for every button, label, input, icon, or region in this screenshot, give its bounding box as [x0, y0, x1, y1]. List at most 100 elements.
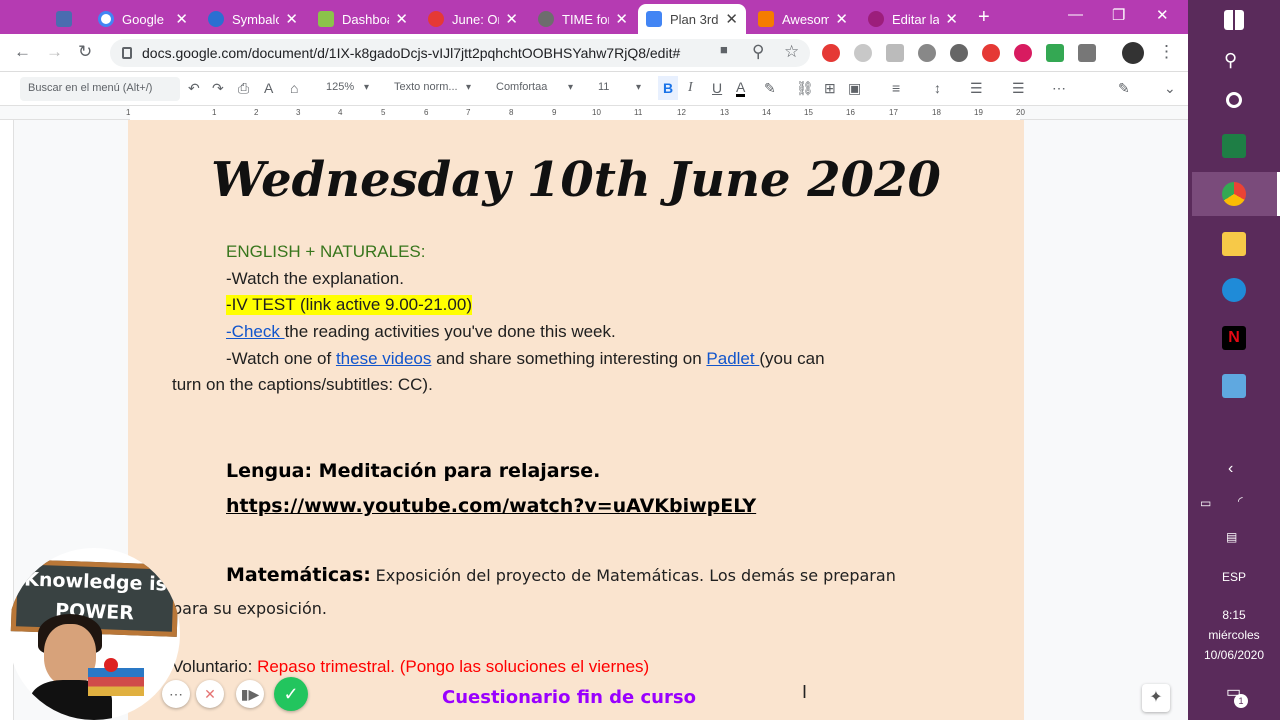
reload-icon[interactable]: ↻	[78, 42, 92, 62]
extension-b-icon[interactable]	[886, 44, 904, 62]
language-indicator[interactable]: ESP	[1188, 570, 1280, 584]
adblock-icon[interactable]	[822, 44, 840, 62]
explore-icon[interactable]: ✦	[1142, 684, 1170, 712]
line-spacing-icon[interactable]: ↕	[934, 80, 941, 96]
comment-icon[interactable]: ⊞	[824, 80, 836, 97]
pinterest-icon[interactable]	[854, 44, 872, 62]
undo-icon[interactable]: ↶	[188, 80, 200, 97]
print-icon[interactable]: ⎙	[238, 80, 249, 97]
zoom-select[interactable]: 125%	[326, 81, 354, 93]
more-icon[interactable]: ⋯	[1052, 80, 1066, 97]
extension-icon[interactable]	[1078, 44, 1096, 62]
tab-symbaloo[interactable]: Symbalo ✕	[200, 4, 306, 34]
forward-icon[interactable]: →	[46, 42, 63, 62]
classroom-ext-icon[interactable]	[1046, 44, 1064, 62]
more-options-button[interactable]: ⋯	[162, 680, 190, 708]
avatar[interactable]	[1122, 42, 1144, 64]
link-icon[interactable]: ⛓	[796, 80, 814, 97]
search-icon[interactable]: ⚲	[1224, 50, 1237, 71]
line-test: -IV TEST (link active 9.00-21.00)	[226, 295, 472, 315]
close-tab-icon[interactable]: ✕	[829, 10, 848, 28]
ruler-track	[130, 106, 1020, 120]
size-select[interactable]: 11	[598, 81, 609, 93]
camera-icon[interactable]: ■	[720, 42, 728, 57]
numbered-list-icon[interactable]: ☰	[970, 80, 983, 97]
chrome-extension-icon[interactable]	[982, 44, 1000, 62]
close-tab-icon[interactable]: ✕	[939, 10, 958, 28]
windows-taskbar: ⚲ N ‹ ▭ ◜ ▤ ESP 8:15 miércoles 10/06/202…	[1188, 0, 1280, 720]
cortana-icon[interactable]	[1226, 92, 1242, 108]
bold-button[interactable]: B	[658, 76, 678, 100]
edge-icon[interactable]	[1222, 278, 1246, 302]
extension-circle-icon[interactable]	[918, 44, 936, 62]
taskbar-chrome-active[interactable]	[1192, 172, 1280, 216]
close-tab-icon[interactable]: ✕	[719, 10, 738, 28]
text-cursor-icon: I	[802, 682, 808, 702]
cuestionario-link[interactable]: Cuestionario fin de curso	[442, 687, 696, 708]
download-ext-icon[interactable]	[1014, 44, 1032, 62]
battery-icon[interactable]: ▭	[1200, 496, 1211, 510]
omnibox[interactable]: docs.google.com/document/d/1IX-k8gadoDcj…	[110, 39, 810, 67]
tab-time[interactable]: TIME for ✕	[530, 4, 636, 34]
document-page[interactable]: Wednesday 10th June 2020 ENGLISH + NATUR…	[128, 120, 1024, 720]
clock-time[interactable]: 8:15	[1188, 608, 1280, 622]
padlet-link[interactable]: Padlet	[706, 349, 759, 368]
font-select[interactable]: Comfortaa	[496, 81, 547, 93]
extension-g-icon[interactable]	[950, 44, 968, 62]
back-icon[interactable]: ←	[14, 42, 31, 62]
browser-window: Google ✕ Symbalo ✕ Dashboa ✕ June: On ✕ …	[0, 0, 1188, 720]
wifi-icon[interactable]: ◜	[1238, 494, 1243, 508]
highlight-icon[interactable]: ✎	[764, 80, 776, 97]
app-icon[interactable]	[1222, 374, 1246, 398]
collapse-icon[interactable]: ⌄	[1164, 80, 1176, 97]
close-tab-icon[interactable]: ✕	[389, 10, 408, 28]
chevron-left-icon[interactable]: ‹	[1228, 460, 1233, 478]
symbaloo-icon	[208, 11, 224, 27]
menu-dots-icon[interactable]: ⋮	[1158, 42, 1175, 62]
horizontal-ruler[interactable]: 1 1 2 3 4 5 6 7 8 9 10 11 12 13 14 15 16…	[0, 106, 1188, 120]
underline-button[interactable]: U	[712, 80, 722, 96]
zoom-icon[interactable]: ⚲	[752, 42, 764, 62]
minimize-icon[interactable]: —	[1068, 6, 1083, 23]
new-tab-icon[interactable]: +	[978, 6, 990, 29]
image-icon[interactable]: ▣	[848, 80, 861, 97]
clock-date: 10/06/2020	[1203, 648, 1265, 662]
close-window-icon[interactable]: ✕	[1156, 6, 1169, 24]
italic-button[interactable]: I	[688, 80, 693, 96]
align-icon[interactable]: ≡	[892, 80, 900, 96]
restore-icon[interactable]: ❐	[1112, 6, 1125, 24]
netflix-icon[interactable]: N	[1222, 326, 1246, 350]
tab-plan-active[interactable]: Plan 3rd ✕	[638, 4, 746, 34]
redo-icon[interactable]: ↷	[212, 80, 224, 97]
tab-awesome[interactable]: Awesom ✕	[750, 4, 856, 34]
excel-icon[interactable]	[1222, 134, 1246, 158]
these-videos-link[interactable]: these videos	[336, 349, 431, 368]
windows-start-icon[interactable]	[1224, 10, 1244, 30]
style-select[interactable]: Texto norm...	[394, 81, 458, 93]
close-tab-icon[interactable]: ✕	[609, 10, 628, 28]
keyboard-icon[interactable]: ▤	[1226, 530, 1237, 544]
docs-toolbar: Buscar en el menú (Alt+/) ↶ ↷ ⎙ A ⌂ 125%…	[0, 72, 1188, 106]
file-explorer-icon[interactable]	[1222, 232, 1246, 256]
cancel-button[interactable]: ✕	[196, 680, 224, 708]
lengua-link[interactable]: https://www.youtube.com/watch?v=uAVKbiwp…	[226, 495, 756, 517]
pause-button[interactable]: ▮▶	[236, 680, 264, 708]
spellcheck-icon[interactable]: A	[264, 80, 273, 96]
bulleted-list-icon[interactable]: ☰	[1012, 80, 1025, 97]
paint-format-icon[interactable]: ⌂	[290, 80, 298, 96]
confirm-button[interactable]: ✓	[274, 677, 308, 711]
editing-mode-icon[interactable]: ✎	[1118, 80, 1130, 97]
tab-0[interactable]	[48, 4, 84, 34]
tab-dashboard[interactable]: Dashboa ✕	[310, 4, 416, 34]
tab-june[interactable]: June: On ✕	[420, 4, 526, 34]
star-icon[interactable]: ☆	[784, 42, 799, 62]
tab-editar[interactable]: Editar la ✕	[860, 4, 966, 34]
close-tab-icon[interactable]: ✕	[169, 10, 188, 28]
tab-google[interactable]: Google ✕	[90, 4, 196, 34]
close-tab-icon[interactable]: ✕	[279, 10, 298, 28]
menu-search-input[interactable]: Buscar en el menú (Alt+/)	[20, 77, 180, 101]
close-tab-icon[interactable]: ✕	[499, 10, 518, 28]
check-link[interactable]: -Check	[226, 322, 285, 341]
notification-badge: 1	[1234, 694, 1248, 708]
text-color-button[interactable]: A	[736, 80, 746, 97]
